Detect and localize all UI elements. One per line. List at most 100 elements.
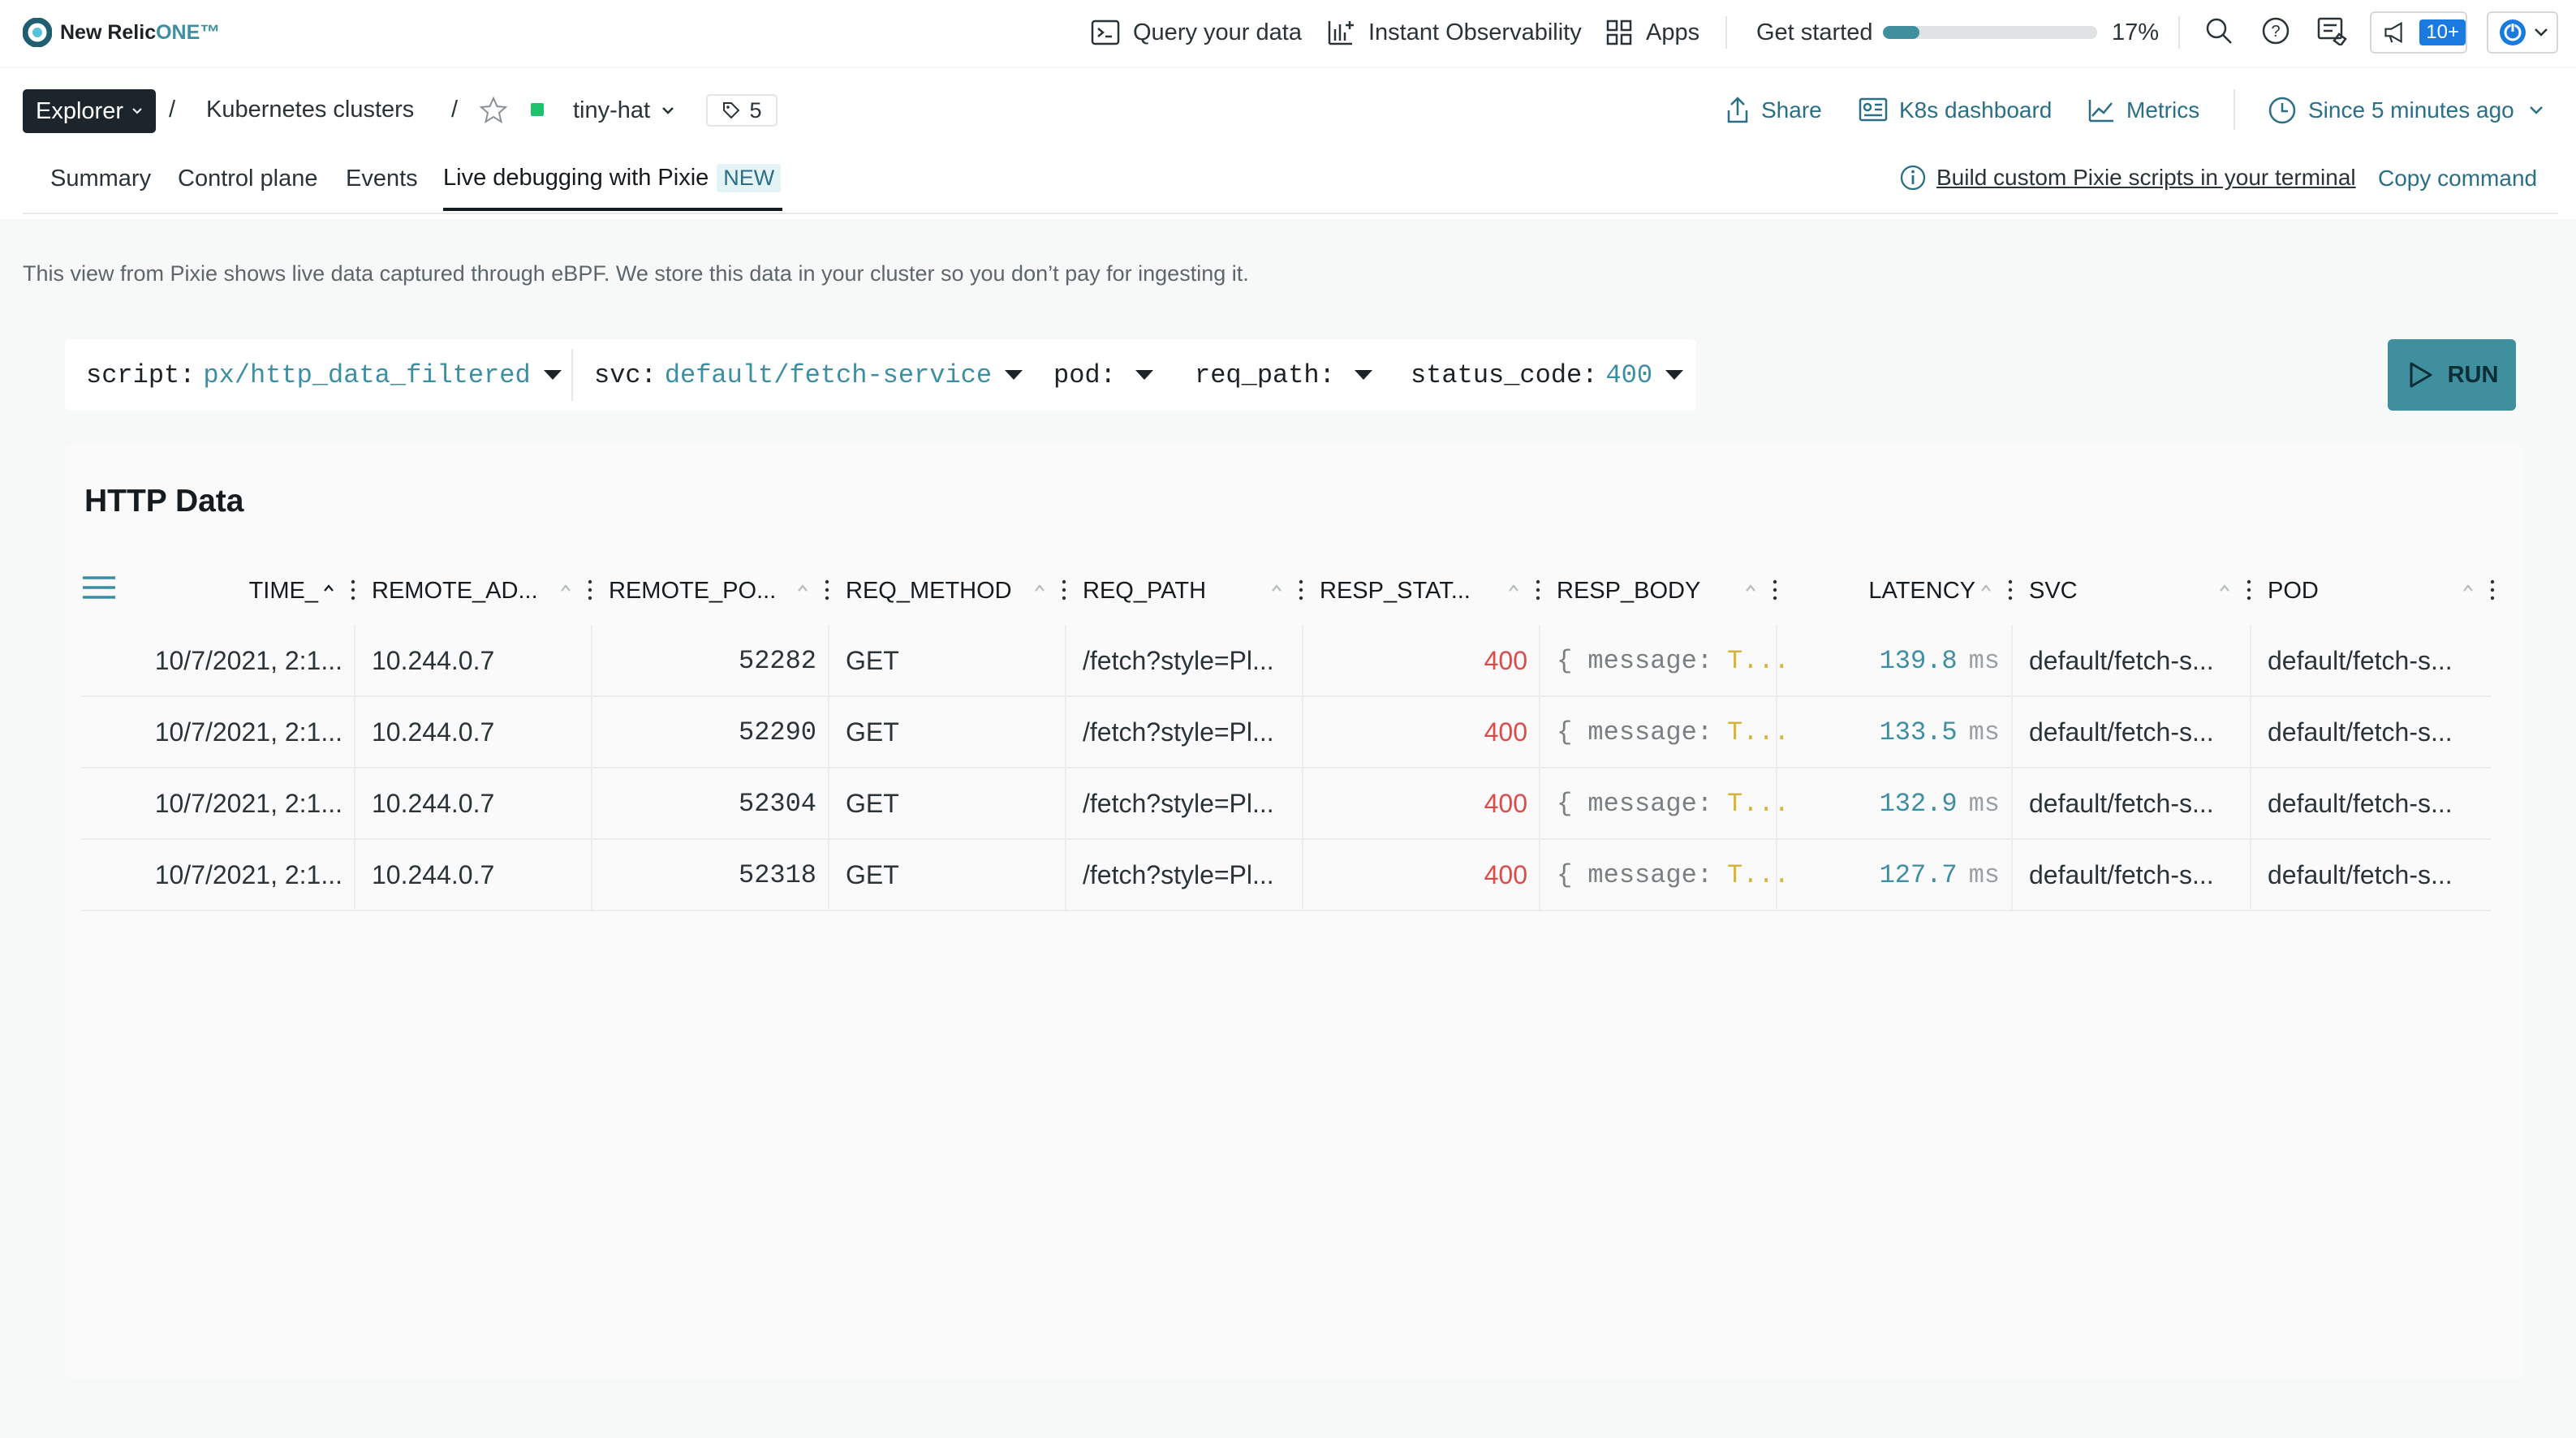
column-resize-handle-icon[interactable] (1299, 578, 1303, 602)
table-cell-remote-addr: 10.244.0.7 (372, 788, 495, 818)
progress-fill (1883, 26, 1919, 39)
divider (2234, 89, 2235, 130)
run-button[interactable]: RUN (2388, 339, 2516, 411)
table-cell-time: 10/7/2021, 2:1... (154, 645, 342, 675)
get-started-link[interactable]: Get started (1756, 0, 1872, 65)
table-cell-remote-addr: 10.244.0.7 (372, 859, 495, 889)
sort-arrow-icon[interactable] (1034, 583, 1045, 594)
sort-arrow-icon[interactable] (1745, 583, 1756, 594)
logo-text: New Relic (60, 20, 157, 44)
get-started-progress-bar (1883, 26, 2097, 39)
sort-arrow-icon[interactable] (2462, 583, 2474, 594)
time-picker[interactable]: Since 5 minutes ago (2268, 96, 2555, 125)
script-selector[interactable]: script: px/http_data_filtered (86, 339, 562, 411)
column-divider (2011, 625, 2013, 911)
column-header-time[interactable]: TIME_ (97, 568, 318, 614)
column-resize-handle-icon[interactable] (351, 578, 355, 602)
column-resize-handle-icon[interactable] (825, 578, 829, 602)
latency-unit: ms (1968, 717, 2000, 747)
announcements-button[interactable]: 10+ (2370, 11, 2467, 54)
column-header-latency[interactable]: LATENCY (1777, 568, 1975, 614)
entity-status-indicator (531, 103, 544, 116)
column-header-svc[interactable]: SVC (2029, 568, 2078, 614)
new-relic-logo[interactable]: New Relic ONE™ (23, 18, 220, 47)
share-button[interactable]: Share (1725, 96, 1822, 125)
column-resize-handle-icon[interactable] (2246, 578, 2251, 602)
svc-filter[interactable]: svc: default/fetch-service (594, 339, 1023, 411)
help-button[interactable]: ? (2261, 16, 2290, 45)
panel-title: HTTP Data (84, 484, 244, 519)
tab-live-debugging-with-pixie[interactable]: Live debugging with Pixie NEW (443, 164, 782, 192)
svg-text:?: ? (2271, 23, 2280, 41)
terminal-icon (1091, 19, 1120, 45)
tab-summary[interactable]: Summary (50, 166, 151, 192)
sort-arrow-icon[interactable] (2219, 583, 2230, 594)
copy-command-link[interactable]: Copy command (2378, 166, 2537, 192)
progress-percent-text: 17% (2112, 19, 2160, 45)
table-cell-path: /fetch?style=Pl... (1083, 788, 1274, 818)
table-cell-remote-addr: 10.244.0.7 (372, 645, 495, 675)
feedback-button[interactable] (2316, 16, 2347, 45)
column-header-req-path[interactable]: REQ_PATH (1083, 568, 1206, 614)
column-divider (828, 625, 829, 911)
progress-percent: 17% (2112, 0, 2159, 65)
instant-observability-link[interactable]: Instant Observability (1326, 0, 1582, 65)
sort-arrow-icon[interactable] (1980, 583, 1992, 594)
sort-arrow-icon[interactable] (1508, 583, 1519, 594)
column-resize-handle-icon[interactable] (588, 578, 592, 602)
new-relic-logo-icon (23, 18, 52, 47)
table-cell-status: 400 (1484, 859, 1527, 889)
table-cell-path: /fetch?style=Pl... (1083, 645, 1274, 675)
column-header-remote-po[interactable]: REMOTE_PO... (609, 568, 776, 614)
status-code-filter[interactable]: status_code: 400 (1411, 339, 1684, 411)
table-cell-latency: 132.9 ms (1777, 768, 2000, 839)
table-cell-path: /fetch?style=Pl... (1083, 859, 1274, 889)
table-cell-body: { message: T... (1557, 696, 1790, 768)
k8s-dashboard-button[interactable]: K8s dashboard (1859, 96, 2052, 125)
pixie-scripts-hint[interactable]: Build custom Pixie scripts in your termi… (1899, 164, 2356, 192)
column-resize-handle-icon[interactable] (1536, 578, 1540, 602)
user-avatar-icon (2500, 19, 2526, 45)
column-resize-handle-icon[interactable] (2490, 578, 2495, 602)
search-button[interactable] (2204, 16, 2234, 45)
tab-control-plane[interactable]: Control plane (178, 166, 318, 192)
share-label: Share (1761, 97, 1822, 123)
line-chart-icon (2088, 100, 2113, 123)
new-badge: NEW (717, 164, 782, 192)
info-icon (1900, 165, 1926, 191)
entity-name-dropdown[interactable]: tiny-hat (573, 94, 674, 127)
column-header-resp-stat[interactable]: RESP_STAT... (1320, 568, 1471, 614)
feedback-icon (2317, 17, 2347, 45)
sort-arrow-icon[interactable] (797, 583, 808, 594)
help-icon: ? (2262, 17, 2290, 45)
chevron-down-icon (2535, 28, 2548, 37)
resp-body-key: { message: (1557, 859, 1713, 890)
dropdown-arrow-icon (1005, 370, 1023, 380)
metrics-button[interactable]: Metrics (2087, 96, 2199, 125)
notifications-badge: 10+ (2419, 19, 2466, 45)
pod-filter[interactable]: pod: (1053, 339, 1153, 411)
query-your-data-link[interactable]: Query your data (1091, 0, 1302, 65)
column-header-resp-body[interactable]: RESP_BODY (1557, 568, 1700, 614)
entity-header (0, 68, 2576, 219)
req-path-filter[interactable]: req_path: (1195, 339, 1372, 411)
tags-button[interactable]: 5 (706, 94, 778, 127)
column-resize-handle-icon[interactable] (2008, 578, 2013, 602)
sort-arrow-icon[interactable] (1271, 583, 1282, 594)
breadcrumb-kubernetes-clusters[interactable]: Kubernetes clusters (206, 97, 414, 123)
column-header-pod[interactable]: POD (2268, 568, 2319, 614)
explorer-button[interactable]: Explorer (23, 89, 156, 133)
favorite-star-button[interactable] (479, 96, 508, 125)
column-header-req-method[interactable]: REQ_METHOD (846, 568, 1012, 614)
time-picker-label: Since 5 minutes ago (2308, 97, 2514, 123)
column-header-remote-ad[interactable]: REMOTE_AD... (372, 568, 538, 614)
sort-arrow-icon[interactable] (560, 583, 571, 594)
tab-events[interactable]: Events (346, 166, 418, 192)
user-menu-button[interactable] (2487, 11, 2558, 54)
apps-link[interactable]: Apps (1605, 0, 1699, 65)
status-code-value: 400 (1605, 360, 1653, 390)
table-cell-method: GET (846, 788, 899, 818)
sort-arrow-icon[interactable] (323, 583, 334, 594)
column-resize-handle-icon[interactable] (1062, 578, 1066, 602)
resp-body-key: { message: (1557, 645, 1713, 676)
